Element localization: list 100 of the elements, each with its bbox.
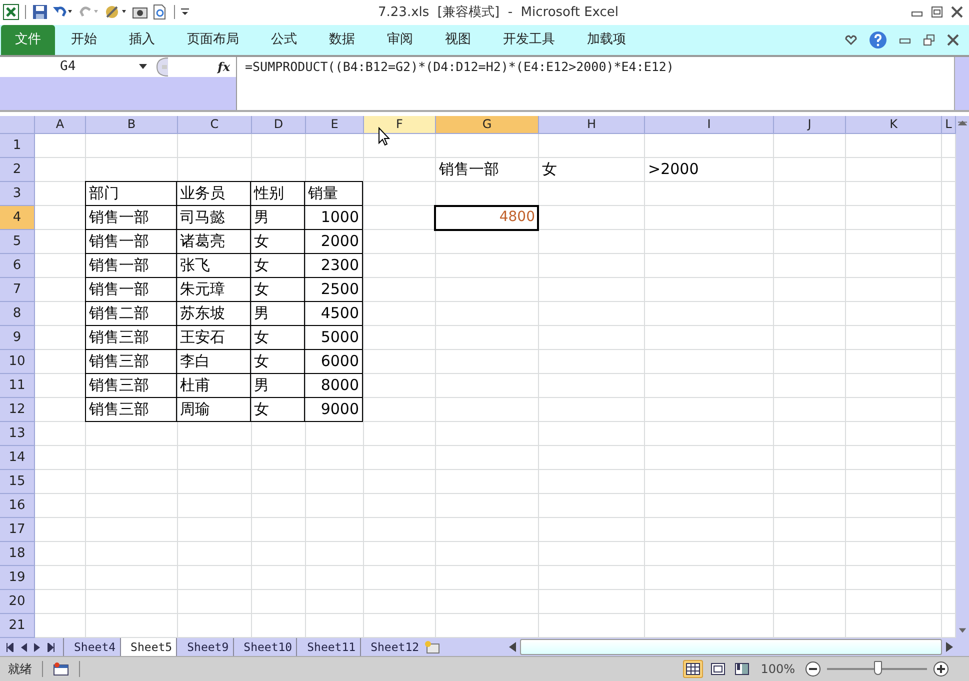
table-cell: 女 bbox=[251, 326, 305, 350]
table-cell: 苏东坡 bbox=[177, 302, 251, 326]
last-sheet-icon[interactable] bbox=[47, 642, 55, 652]
zoom-in-icon[interactable] bbox=[933, 661, 949, 678]
insert-sheet-icon[interactable] bbox=[423, 640, 442, 654]
next-sheet-icon[interactable] bbox=[34, 642, 40, 652]
column-header[interactable]: A bbox=[35, 116, 86, 134]
row-header[interactable]: 12 bbox=[0, 398, 35, 422]
column-header[interactable]: E bbox=[306, 116, 364, 134]
table-cell: 2500 bbox=[305, 278, 363, 302]
table-cell: 杜甫 bbox=[177, 374, 251, 398]
table-cell: 1000 bbox=[305, 206, 363, 230]
table-cell: 李白 bbox=[177, 350, 251, 374]
table-cell: 销售三部 bbox=[85, 398, 177, 422]
scroll-down-icon[interactable] bbox=[958, 626, 967, 634]
tools-icon[interactable] bbox=[104, 4, 128, 20]
row-header[interactable]: 21 bbox=[0, 614, 35, 638]
table-cell: 销售二部 bbox=[85, 302, 177, 326]
row-header[interactable]: 15 bbox=[0, 470, 35, 494]
save-icon[interactable] bbox=[32, 4, 48, 20]
ribbon-tab[interactable]: 加载项 bbox=[571, 24, 642, 55]
scroll-left-icon[interactable] bbox=[509, 642, 516, 652]
name-box[interactable]: G4 bbox=[0, 56, 155, 77]
zoom-level[interactable]: 100% bbox=[760, 662, 795, 676]
pointer-cursor-icon bbox=[378, 126, 390, 147]
row-header[interactable]: 19 bbox=[0, 566, 35, 590]
table-cell: 销售三部 bbox=[85, 326, 177, 350]
ribbon-tab[interactable]: 数据 bbox=[313, 24, 371, 55]
ribbon-tab[interactable]: 公式 bbox=[255, 24, 313, 55]
zoom-slider-thumb[interactable] bbox=[874, 661, 882, 676]
table-cell: 8000 bbox=[305, 374, 363, 398]
maximize-icon[interactable] bbox=[931, 6, 943, 18]
row-header[interactable]: 20 bbox=[0, 590, 35, 614]
ribbon-tab[interactable]: 插入 bbox=[113, 24, 171, 55]
table-cell-text: 销售一部 bbox=[438, 158, 500, 180]
sheet-tab[interactable]: Sheet5 bbox=[120, 638, 176, 656]
column-header[interactable]: C bbox=[178, 116, 252, 134]
restore-icon[interactable] bbox=[923, 34, 935, 46]
row-header[interactable]: 10 bbox=[0, 350, 35, 374]
row-header[interactable]: 16 bbox=[0, 494, 35, 518]
page-layout-view-button[interactable] bbox=[708, 661, 727, 678]
row-header[interactable]: 6 bbox=[0, 254, 35, 278]
table-cell: 销售三部 bbox=[85, 374, 177, 398]
row-header[interactable]: 8 bbox=[0, 302, 35, 326]
column-header[interactable]: K bbox=[846, 116, 942, 134]
row-header[interactable]: 3 bbox=[0, 182, 35, 206]
row-header[interactable]: 13 bbox=[0, 422, 35, 446]
ribbon-tab[interactable]: 视图 bbox=[429, 24, 487, 55]
scroll-up-icon[interactable] bbox=[958, 120, 967, 128]
close-icon[interactable] bbox=[951, 6, 963, 18]
row-header[interactable]: 1 bbox=[0, 134, 35, 158]
table-cell-text: >2000 bbox=[647, 158, 700, 180]
row-header[interactable]: 18 bbox=[0, 542, 35, 566]
row-header[interactable]: 9 bbox=[0, 326, 35, 350]
close-icon[interactable] bbox=[947, 34, 959, 46]
formula-splitter-icon[interactable] bbox=[155, 56, 169, 77]
column-header[interactable]: H bbox=[539, 116, 645, 134]
column-header[interactable]: B bbox=[86, 116, 178, 134]
row-header[interactable]: 14 bbox=[0, 446, 35, 470]
table-cell: 诸葛亮 bbox=[177, 230, 251, 254]
row-header[interactable]: 2 bbox=[0, 158, 35, 182]
page-break-view-button[interactable] bbox=[732, 661, 751, 678]
heart-icon[interactable] bbox=[845, 34, 857, 45]
table-cell: 2000 bbox=[305, 230, 363, 254]
ribbon-tab[interactable]: 开发工具 bbox=[487, 24, 571, 55]
previous-sheet-icon[interactable] bbox=[21, 642, 27, 652]
row-header[interactable]: 11 bbox=[0, 374, 35, 398]
column-header[interactable]: F bbox=[364, 116, 436, 134]
row-header[interactable]: 17 bbox=[0, 518, 35, 542]
macro-record-icon[interactable] bbox=[53, 662, 69, 676]
table-cell: 5000 bbox=[305, 326, 363, 350]
ribbon-tab[interactable]: 审阅 bbox=[371, 24, 429, 55]
first-sheet-icon[interactable] bbox=[6, 642, 14, 652]
formula-input[interactable]: =SUMPRODUCT((B4:B12=G2)*(D4:D12=H2)*(E4:E12>2000)*E4:E12) bbox=[237, 56, 954, 110]
table-cell: 4500 bbox=[305, 302, 363, 326]
insert-function-button[interactable]: fx bbox=[218, 60, 230, 74]
ribbon-tab[interactable]: 页面布局 bbox=[171, 24, 255, 55]
column-header[interactable]: G bbox=[436, 116, 539, 134]
caret-icon[interactable] bbox=[139, 64, 147, 70]
status-text: 就绪 bbox=[7, 660, 32, 678]
column-header[interactable]: D bbox=[252, 116, 306, 134]
formula-scrollbar[interactable] bbox=[954, 56, 969, 110]
row-header[interactable]: 5 bbox=[0, 230, 35, 254]
excel-logo-icon[interactable] bbox=[3, 4, 19, 20]
ribbon-tab[interactable]: 开始 bbox=[55, 24, 113, 55]
column-header[interactable]: J bbox=[774, 116, 846, 134]
normal-view-button[interactable] bbox=[682, 660, 703, 678]
row-header[interactable]: 7 bbox=[0, 278, 35, 302]
horizontal-scroll-thumb[interactable] bbox=[520, 639, 942, 656]
column-header[interactable]: I bbox=[645, 116, 774, 134]
table-cell: 王安石 bbox=[177, 326, 251, 350]
customize-caret-icon[interactable] bbox=[181, 7, 189, 18]
column-header[interactable]: L bbox=[942, 116, 956, 134]
help-icon[interactable] bbox=[869, 30, 887, 49]
file-tab[interactable]: 文件 bbox=[1, 24, 55, 55]
table-cell: 男 bbox=[251, 206, 305, 230]
row-header[interactable]: 4 bbox=[0, 206, 35, 230]
scroll-right-icon[interactable] bbox=[946, 642, 953, 652]
zoom-out-icon[interactable] bbox=[805, 661, 821, 678]
print-preview-icon[interactable] bbox=[152, 4, 168, 20]
